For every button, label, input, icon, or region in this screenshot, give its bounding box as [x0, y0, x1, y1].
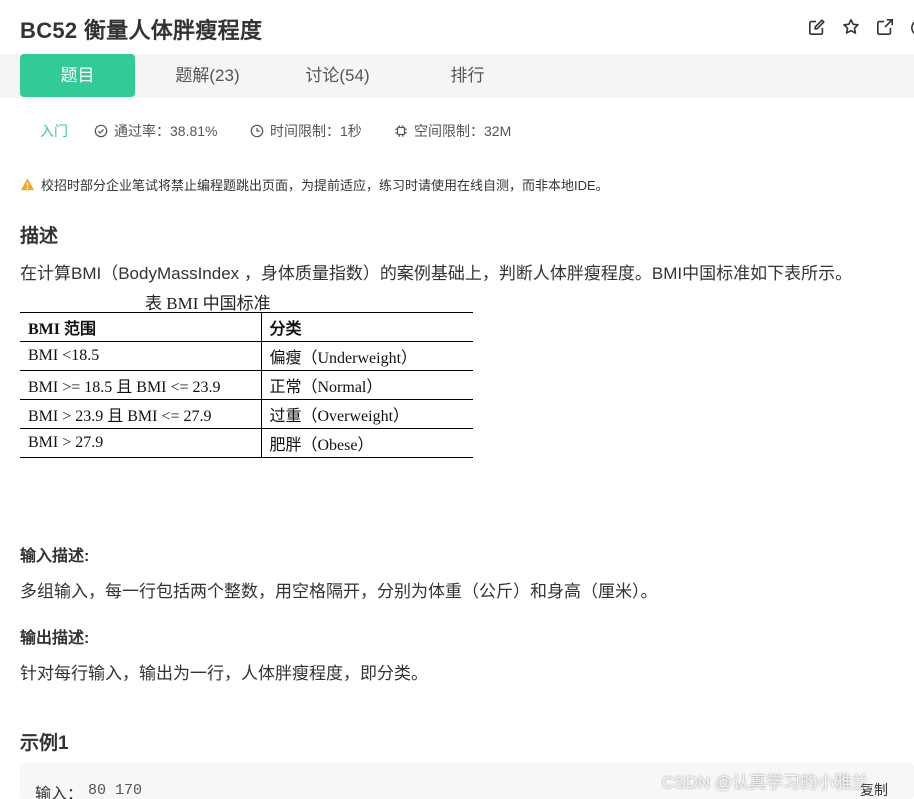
problem-meta: 入门 通过率：38.81% 时间限制：1秒 空间限制：32M: [0, 118, 914, 144]
table-row: BMI > 23.9 且 BMI <= 27.9 过重（Overweight）: [20, 399, 473, 429]
table-row: BMI >= 18.5 且 BMI <= 23.9 正常（Normal）: [20, 370, 473, 400]
edit-icon[interactable]: [806, 16, 828, 38]
time-limit-text: 时间限制：1秒: [270, 123, 362, 139]
example-input-value: 80 170: [88, 782, 143, 799]
table-cell: BMI >= 18.5 且 BMI <= 23.9: [20, 370, 262, 400]
example-input-label: 输入：: [35, 786, 84, 799]
bmi-table: BMI 范围 分类 BMI <18.5 偏瘦（Underweight） BMI …: [20, 312, 473, 458]
table-cell: 过重（Overweight）: [261, 399, 473, 429]
table-cell: 肥胖（Obese）: [261, 428, 473, 458]
table-row: BMI <18.5 偏瘦（Underweight）: [20, 341, 473, 371]
chip-icon: [395, 125, 407, 137]
example-heading: 示例1: [20, 733, 69, 754]
table-cell: 偏瘦（Underweight）: [261, 341, 473, 371]
tab-problem[interactable]: 题目: [20, 54, 135, 97]
warning-text: 校招时部分企业笔试将禁止编程题跳出页面，为提前适应，练习时请使用在线自测，而非本…: [41, 178, 609, 193]
header-actions: [806, 16, 914, 38]
description-text: 在计算BMI（BodyMassIndex ，身体质量指数）的案例基础上，判断人体…: [20, 264, 853, 283]
output-description-text: 针对每行输入，输出为一行，人体胖瘦程度，即分类。: [20, 664, 428, 683]
time-limit: 时间限制：1秒: [250, 118, 362, 144]
table-row: BMI > 27.9 肥胖（Obese）: [20, 428, 473, 458]
table-header-cell: BMI 范围: [20, 312, 262, 342]
table-header-cell: 分类: [261, 312, 473, 342]
share-icon[interactable]: [908, 16, 914, 38]
bmi-table-caption: 表 BMI 中国标准: [145, 294, 271, 313]
output-description-heading: 输出描述:: [20, 630, 90, 647]
problem-header: BC52 衡量人体胖瘦程度: [0, 0, 914, 54]
exam-warning: 校招时部分企业笔试将禁止编程题跳出页面，为提前适应，练习时请使用在线自测，而非本…: [20, 175, 609, 194]
table-cell: BMI > 27.9: [20, 428, 262, 458]
pass-rate: 通过率：38.81%: [94, 118, 217, 144]
star-icon[interactable]: [840, 16, 862, 38]
difficulty-badge: 入门: [40, 123, 68, 139]
tab-ranking[interactable]: 排行: [410, 54, 525, 97]
space-limit-text: 空间限制：32M: [414, 123, 512, 139]
problem-title: BC52 衡量人体胖瘦程度: [20, 18, 263, 43]
check-circle-icon: [94, 124, 108, 138]
table-cell: BMI > 23.9 且 BMI <= 27.9: [20, 399, 262, 429]
space-limit: 空间限制：32M: [394, 118, 511, 144]
tab-solutions[interactable]: 题解(23): [150, 54, 265, 97]
table-header-row: BMI 范围 分类: [20, 312, 473, 342]
table-cell: BMI <18.5: [20, 341, 262, 371]
clock-icon: [250, 124, 264, 138]
input-description-heading: 输入描述:: [20, 548, 90, 565]
external-link-icon[interactable]: [874, 16, 896, 38]
problem-tabs: 题目 题解(23) 讨论(54) 排行: [0, 54, 914, 98]
warning-icon: [20, 178, 35, 191]
pass-rate-text: 通过率：38.81%: [114, 123, 218, 139]
watermark: CSDN @认真学习的小雅兰.: [662, 773, 873, 792]
input-description-text: 多组输入，每一行包括两个整数，用空格隔开，分别为体重（公斤）和身高（厘米）。: [20, 582, 658, 601]
table-cell: 正常（Normal）: [261, 370, 473, 400]
tab-discussion[interactable]: 讨论(54): [280, 54, 395, 97]
description-heading: 描述: [20, 226, 59, 247]
